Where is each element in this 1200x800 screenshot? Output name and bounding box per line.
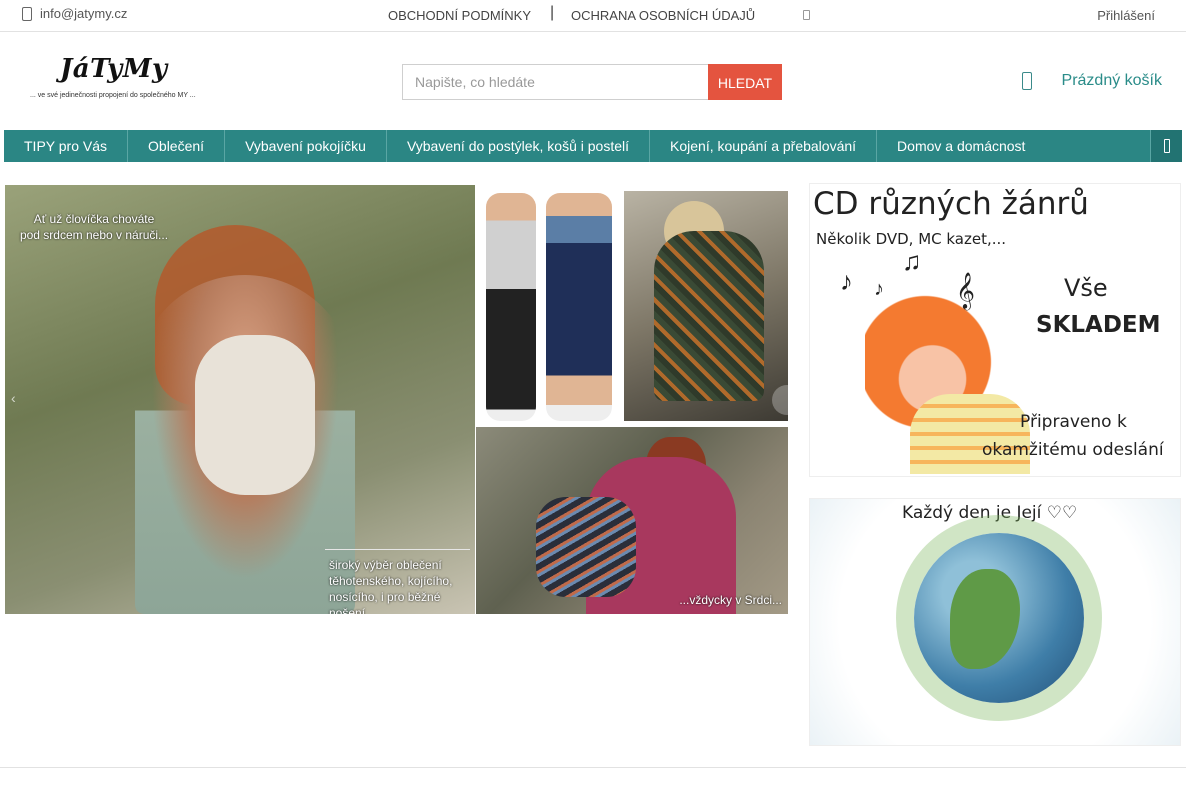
email-text: info@jatymy.cz (40, 6, 128, 21)
hero-photo-bench (624, 191, 788, 421)
login-link[interactable]: Přihlášení (1097, 8, 1155, 23)
banner-ready-1: Připraveno k (1020, 412, 1127, 432)
top-bar: info@jatymy.cz OBCHODNÍ PODMÍNKY | OCHRA… (0, 0, 1186, 32)
nav-item-obleceni[interactable]: Oblečení (128, 130, 226, 162)
photo-detail (195, 335, 315, 495)
banner-cd[interactable]: CD různých žánrů Několik DVD, MC kazet,.… (809, 183, 1181, 477)
banner-cd-title: CD různých žánrů (813, 186, 1089, 222)
music-note-icon: ♫ (902, 246, 922, 276)
facebook-icon[interactable] (803, 10, 810, 20)
nav-item-kojeni[interactable]: Kojení, koupání a přebalování (650, 130, 878, 162)
terms-link[interactable]: OBCHODNÍ PODMÍNKY (388, 8, 531, 23)
hero-caption-1: Ať už človíčka chováte pod srdcem nebo v… (19, 212, 169, 242)
slider-next-icon[interactable] (772, 385, 802, 415)
main-nav: TIPY pro Vás Oblečení Vybavení pokojíčku… (4, 130, 1182, 162)
search-form: HLEDAT (402, 64, 782, 100)
photo-detail (536, 497, 636, 597)
photo-detail (546, 193, 612, 421)
nav-more-button[interactable] (1150, 130, 1182, 162)
separator: | (550, 4, 555, 21)
nav-item-domov[interactable]: Domov a domácnost (877, 130, 1045, 162)
menu-icon (1163, 139, 1170, 153)
cart[interactable]: Prázdný košík (1021, 72, 1162, 90)
hero-caption-3: ...vždycky v Srdci... (679, 593, 782, 607)
email-link[interactable]: info@jatymy.cz (22, 6, 127, 21)
banner-skladem: SKLADEM (1036, 312, 1161, 338)
slider-prev-icon[interactable]: ‹ (11, 390, 16, 406)
divider (0, 767, 1186, 768)
music-note-icon: ♪ (840, 266, 853, 296)
hero-photo-carrier: ...vždycky v Srdci... (476, 427, 788, 614)
search-button[interactable]: HLEDAT (708, 64, 782, 100)
banner-illustration (910, 394, 1030, 474)
cart-icon (1021, 72, 1032, 90)
photo-detail (654, 231, 764, 401)
nav-item-tipy[interactable]: TIPY pro Vás (4, 130, 129, 162)
logo[interactable]: JáTyMy ... ve své jedinečnosti propojení… (28, 54, 196, 110)
nav-item-vybaveni-pokojicku[interactable]: Vybavení pokojíčku (225, 130, 387, 162)
banner-vse: Vše (1064, 274, 1108, 302)
hero-slider[interactable]: Ať už človíčka chováte pod srdcem nebo v… (5, 185, 802, 614)
hero-photo-mother: Ať už človíčka chováte pod srdcem nebo v… (5, 185, 475, 614)
logo-name: JáTyMy (60, 54, 168, 84)
banner-ready-2: okamžitému odeslání (982, 440, 1164, 460)
banner-earth[interactable]: Každý den je Její ♡♡ (809, 498, 1181, 746)
banner-earth-title: Každý den je Její ♡♡ (902, 503, 1078, 523)
privacy-link[interactable]: OCHRANA OSOBNÍCH ÚDAJŮ (571, 8, 755, 23)
hero-caption-2: široký výběr oblečení těhotenského, kojí… (329, 558, 453, 614)
phone-icon (22, 6, 32, 21)
caption-divider (325, 549, 470, 550)
nav-item-vybaveni-postylek[interactable]: Vybavení do postýlek, košů i postelí (387, 130, 651, 162)
header: JáTyMy ... ve své jedinečnosti propojení… (0, 32, 1186, 130)
photo-detail (486, 193, 536, 421)
logo-tagline: ... ve své jedinečnosti propojení do spo… (30, 92, 196, 99)
cart-label: Prázdný košík (1061, 72, 1162, 89)
search-input[interactable] (402, 64, 708, 100)
hero-photo-models (476, 185, 620, 425)
